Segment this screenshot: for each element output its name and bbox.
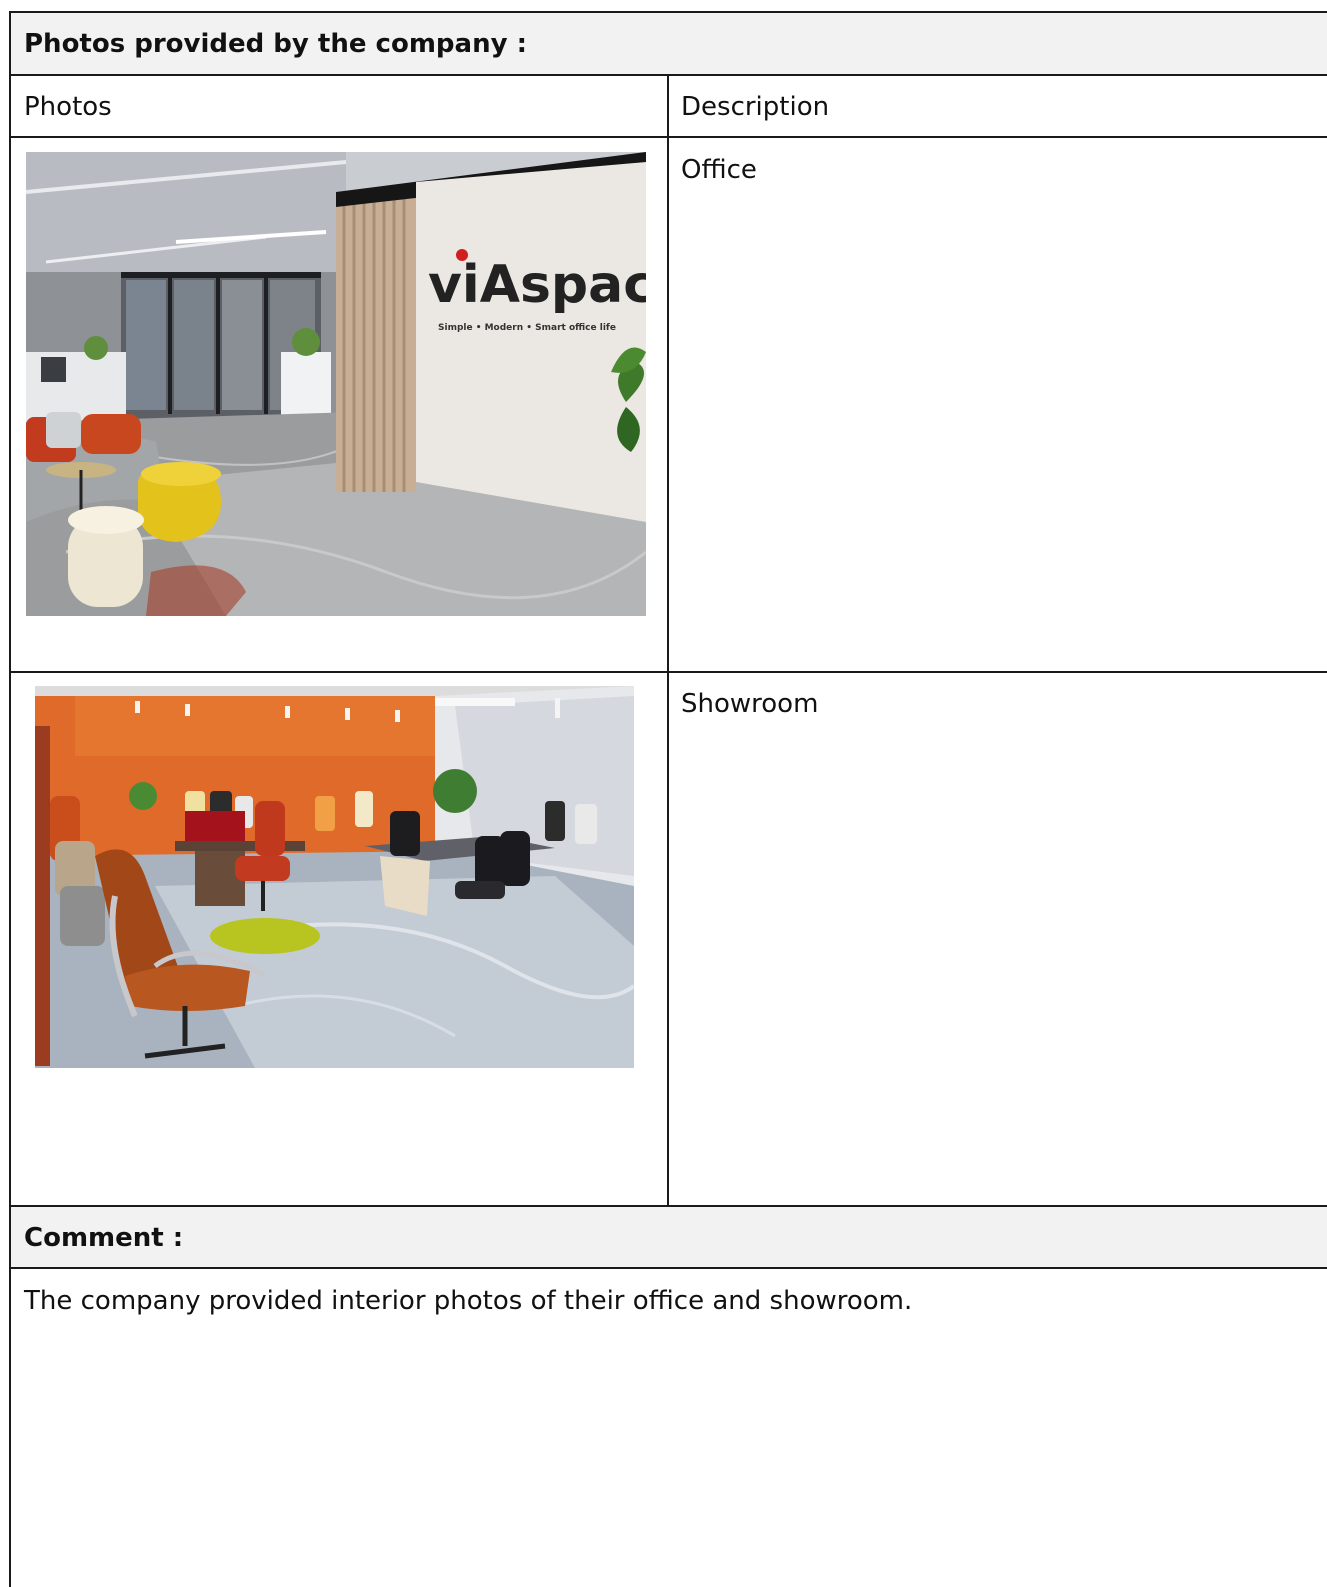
logo-text: viAspace [428,255,646,315]
description-cell: Office [681,155,757,185]
column-header-photos: Photos [24,92,112,122]
comment-title: Comment : [24,1223,184,1253]
comment-header: Comment : [11,1207,1327,1269]
report-table: Photos provided by the company : Photos … [9,11,1327,1587]
table-row: Showroom [11,673,1327,1207]
column-header-description: Description [681,92,830,122]
section-header: Photos provided by the company : [11,13,1327,76]
column-header-row: Photos Description [11,76,1327,138]
column-divider [667,76,669,1207]
table-row: viAspace Simple • Modern • Smart office … [11,138,1327,673]
logo-tagline: Simple • Modern • Smart office life [438,323,616,333]
comment-text: The company provided interior photos of … [24,1286,913,1316]
office-photo: viAspace Simple • Modern • Smart office … [26,152,646,616]
section-title: Photos provided by the company : [24,29,527,59]
description-cell: Showroom [681,689,819,719]
showroom-photo [35,686,634,1068]
